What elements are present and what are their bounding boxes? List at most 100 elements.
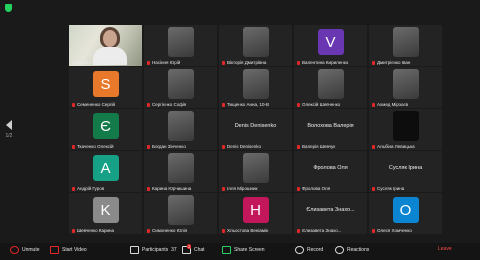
avatar-photo xyxy=(392,27,419,57)
avatar-photo xyxy=(242,27,269,57)
avatar-photo xyxy=(167,111,194,141)
avatar-letter: H xyxy=(242,197,269,223)
participant-tile[interactable]: Тищенко Анна, 10-В xyxy=(219,67,292,108)
participant-name-label: Denis Denisenko xyxy=(222,144,290,149)
chat-button[interactable]: 2 Chat xyxy=(182,244,205,254)
microphone-muted-icon xyxy=(222,60,225,65)
participant-name: Denis Denisenko xyxy=(227,144,262,149)
participant-tile[interactable]: Богдан Зінченко xyxy=(144,109,217,150)
participant-name: Валерія Шевчук xyxy=(302,144,336,149)
microphone-muted-icon xyxy=(147,144,150,149)
avatar-letter: K xyxy=(92,197,119,223)
participant-name-label: Сусляк Ірина xyxy=(372,186,440,191)
previous-page-button[interactable]: 1/2 xyxy=(2,120,16,160)
microphone-muted-icon xyxy=(297,60,300,65)
participant-name: Вікторія Дмитрівна xyxy=(227,60,267,65)
microphone-muted-icon xyxy=(72,144,75,149)
participant-name: Дмитрієнко Іван xyxy=(377,60,411,65)
participant-name-label: Шевченко Карина xyxy=(72,228,140,233)
participant-tile[interactable]: Єлизавета Знахо... Єлизавета Знахо... xyxy=(294,193,367,234)
participant-tile[interactable]: Фролова Оля Фролова Оля xyxy=(294,151,367,192)
participant-tile[interactable]: A Андрій Гуров xyxy=(69,151,142,192)
avatar-photo xyxy=(242,69,269,99)
participant-name: Хльостова Веніамін xyxy=(227,228,269,233)
participant-name: Альбіна Левицька xyxy=(377,144,415,149)
participant-name: Симоненко Юлія xyxy=(152,228,188,233)
reactions-button[interactable]: Reactions xyxy=(335,246,369,254)
microphone-muted-icon xyxy=(372,102,375,107)
participant-tile[interactable]: Альбіна Левицька xyxy=(369,109,442,150)
microphone-muted-icon xyxy=(147,102,150,107)
avatar-photo xyxy=(167,27,194,57)
page-indicator: 1/2 xyxy=(5,133,13,139)
participant-tile[interactable]: S Семененко Сергій xyxy=(69,67,142,108)
participant-tile[interactable]: Волохова Валерія Валерія Шевчук xyxy=(294,109,367,150)
meeting-toolbar: Unmute Start Video Participants 37 2 Cha… xyxy=(0,243,480,260)
avatar-letter: A xyxy=(92,155,119,181)
microphone-muted-icon xyxy=(372,186,375,191)
avatar-photo xyxy=(167,153,194,183)
participant-name-label: Анастасія Олександрівна xyxy=(72,60,140,65)
participant-display-name: Фролова Оля xyxy=(313,165,348,171)
participant-tile[interactable]: Сусляк Ірина Сусляк Ірина xyxy=(369,151,442,192)
participant-name-label: Валентина Кириленко xyxy=(297,60,365,65)
participant-name-label: Валерія Шевчук xyxy=(297,144,365,149)
avatar-photo xyxy=(317,69,344,99)
participant-tile[interactable]: Симоненко Юлія xyxy=(144,193,217,234)
avatar-letter: O xyxy=(392,197,419,223)
microphone-muted-icon xyxy=(147,60,150,65)
participant-tile[interactable]: Дмитрієнко Іван xyxy=(369,25,442,66)
participant-tile[interactable]: K Шевченко Карина xyxy=(69,193,142,234)
participant-tile[interactable]: Ілля Мірошник xyxy=(219,151,292,192)
chevron-left-icon xyxy=(6,120,12,130)
participant-name: Олеся Хомченко xyxy=(377,228,412,233)
participant-tile[interactable]: V Валентина Кириленко xyxy=(294,25,367,66)
participant-name-label: Олеся Хомченко xyxy=(372,228,440,233)
microphone-muted-icon xyxy=(297,102,300,107)
participant-name: Богдан Зінченко xyxy=(152,144,186,149)
participant-tile[interactable]: Олексій Шевченко xyxy=(294,67,367,108)
share-screen-button[interactable]: Share Screen xyxy=(222,246,265,254)
leave-button[interactable]: Leave xyxy=(438,246,452,252)
participant-name: Сергієнко Софія xyxy=(152,102,187,107)
participant-name-label: Дмитрієнко Іван xyxy=(372,60,440,65)
participant-name-label: Андрій Гуров xyxy=(72,186,140,191)
participant-name-label: Олексій Шевченко xyxy=(297,102,365,107)
smiley-icon xyxy=(335,246,344,254)
participant-display-name: Denis Denisenko xyxy=(234,123,277,129)
microphone-muted-icon xyxy=(72,228,75,233)
participant-name: Олексій Шевченко xyxy=(302,102,341,107)
participant-tile[interactable]: Вікторія Дмитрівна xyxy=(219,25,292,66)
participant-tile[interactable]: Анастасія Олександрівна xyxy=(69,25,142,66)
participant-name-label: Альбіна Левицька xyxy=(372,144,440,149)
participant-tile[interactable]: O Олеся Хомченко xyxy=(369,193,442,234)
record-button[interactable]: Record xyxy=(295,246,323,254)
participant-tile[interactable]: Є Ткаченко Олексій xyxy=(69,109,142,150)
participant-display-name: Волохова Валерія xyxy=(307,123,354,129)
microphone-muted-icon xyxy=(372,144,375,149)
participant-name-label: Ахмед Мірзоєв xyxy=(372,102,440,107)
participants-button[interactable]: Participants 37 xyxy=(130,246,177,254)
participant-tile[interactable]: Карина Юрчишина xyxy=(144,151,217,192)
participant-name: Валентина Кириленко xyxy=(302,60,349,65)
microphone-muted-icon xyxy=(222,228,225,233)
avatar-photo xyxy=(392,111,419,141)
participant-name-label: Єлизавета Знахо... xyxy=(297,228,365,233)
participant-tile[interactable]: Сергієнко Софія xyxy=(144,67,217,108)
start-video-button[interactable]: Start Video xyxy=(50,246,87,254)
participant-tile[interactable]: Ахмед Мірзоєв xyxy=(369,67,442,108)
participant-tile[interactable]: H Хльостова Веніамін xyxy=(219,193,292,234)
avatar-photo xyxy=(392,69,419,99)
microphone-muted-icon xyxy=(147,228,150,233)
record-icon xyxy=(295,246,304,254)
microphone-muted-icon xyxy=(222,102,225,107)
mute-button[interactable]: Unmute xyxy=(10,246,40,254)
participant-name: Семененко Сергій xyxy=(77,102,116,107)
participant-name-label: Насіння Юрій xyxy=(147,60,215,65)
participant-name: Шевченко Карина xyxy=(77,228,115,233)
participant-tile[interactable]: Насіння Юрій xyxy=(144,25,217,66)
participant-name-label: Ілля Мірошник xyxy=(222,186,290,191)
encryption-shield-icon[interactable] xyxy=(5,4,12,12)
participant-name: Ткаченко Олексій xyxy=(77,144,114,149)
participant-tile[interactable]: Denis Denisenko Denis Denisenko xyxy=(219,109,292,150)
